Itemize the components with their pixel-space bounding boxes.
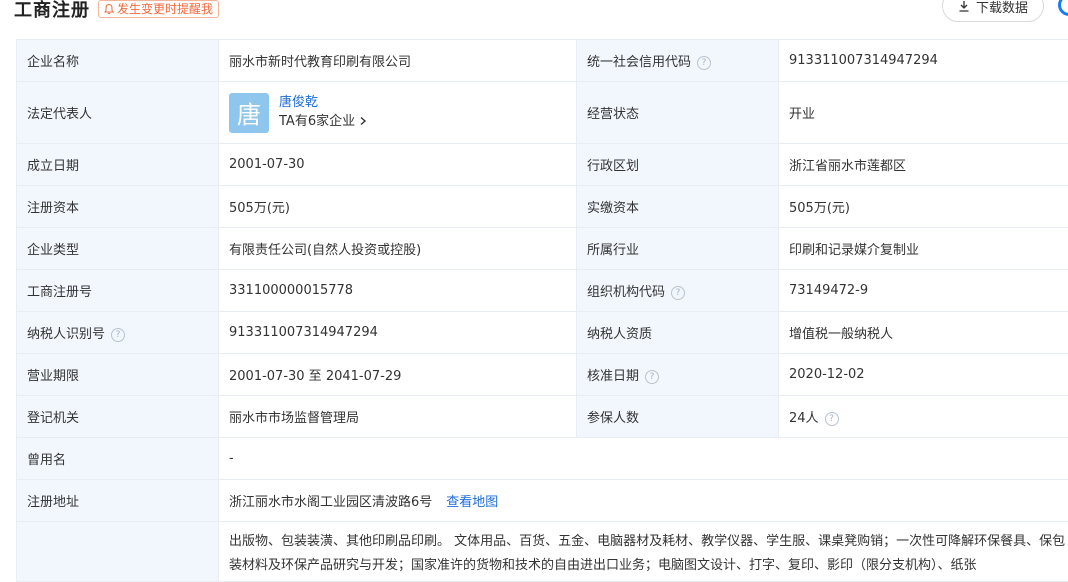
- field-label: 核准日期?: [577, 354, 779, 396]
- industry-value: 印刷和记录媒介复制业: [779, 228, 1068, 270]
- field-label: 登记机关: [17, 396, 219, 438]
- admin-region-value: 浙江省丽水市莲都区: [779, 144, 1068, 186]
- field-label: 注册资本: [17, 186, 219, 228]
- field-label: 参保人数: [577, 396, 779, 438]
- registered-address-cell: 浙江丽水市水阁工业园区清波路6号查看地图: [219, 480, 1068, 522]
- credit-code-label: 统一社会信用代码: [587, 55, 691, 70]
- download-label: 下载数据: [976, 0, 1028, 16]
- business-scope-value: 出版物、包装装潢、其他印刷品印刷。 文体用品、百货、五金、电脑器材及耗材、教学仪…: [219, 522, 1068, 582]
- established-date-value: 2001-07-30: [219, 144, 577, 186]
- field-label: 工商注册号: [17, 270, 219, 312]
- credit-code-value: 913311007314947294: [779, 40, 1068, 82]
- table-row: 注册资本 505万(元) 实缴资本 505万(元): [17, 186, 1068, 228]
- help-icon[interactable]: ?: [645, 370, 659, 384]
- section-header: 工商注册 发生变更时提醒我 下载数据: [0, 0, 1068, 30]
- field-label: 行政区划: [577, 144, 779, 186]
- table-row: 营业期限 2001-07-30 至 2041-07-29 核准日期? 2020-…: [17, 354, 1068, 396]
- company-type-value: 有限责任公司(自然人投资或控股): [219, 228, 577, 270]
- field-label: 组织机构代码?: [577, 270, 779, 312]
- table-row: 工商注册号 331100000015778 组织机构代码? 73149472-9: [17, 270, 1068, 312]
- insured-count-value: 24人: [789, 411, 819, 426]
- help-icon[interactable]: ?: [825, 412, 839, 426]
- legal-representative-cell: 唐 唐俊乾 TA有6家企业: [219, 82, 577, 144]
- registration-number-value: 331100000015778: [219, 270, 577, 312]
- floating-app-icon[interactable]: [1058, 0, 1068, 16]
- table-row: 登记机关 丽水市市场监督管理局 参保人数 24人?: [17, 396, 1068, 438]
- table-row: 曾用名 -: [17, 438, 1068, 480]
- approval-date-label: 核准日期: [587, 369, 639, 384]
- field-label: 法定代表人: [17, 82, 219, 144]
- former-name-value: -: [219, 438, 1068, 480]
- view-map-link[interactable]: 查看地图: [446, 495, 498, 510]
- field-label: 纳税人资质: [577, 312, 779, 354]
- field-label: 成立日期: [17, 144, 219, 186]
- table-row: 纳税人识别号? 913311007314947294 纳税人资质 增值税一般纳税…: [17, 312, 1068, 354]
- table-row: 成立日期 2001-07-30 行政区划 浙江省丽水市莲都区: [17, 144, 1068, 186]
- org-code-label: 组织机构代码: [587, 285, 665, 300]
- field-label: 经营状态: [577, 82, 779, 144]
- field-label: [17, 522, 219, 582]
- insured-count-cell: 24人?: [779, 396, 1068, 438]
- legal-representative-link[interactable]: 唐俊乾: [279, 94, 368, 112]
- help-icon[interactable]: ?: [111, 328, 125, 342]
- chevron-right-icon: [358, 116, 368, 126]
- table-row: 注册地址 浙江丽水市水阁工业园区清波路6号查看地图: [17, 480, 1068, 522]
- bell-icon: [103, 3, 115, 15]
- operating-status-value: 开业: [779, 82, 1068, 144]
- help-icon[interactable]: ?: [671, 286, 685, 300]
- table-row: 法定代表人 唐 唐俊乾 TA有6家企业 经营状态 开业: [17, 82, 1068, 144]
- table-row: 企业名称 丽水市新时代教育印刷有限公司 统一社会信用代码? 9133110073…: [17, 40, 1068, 82]
- registered-address-value: 浙江丽水市水阁工业园区清波路6号: [229, 495, 432, 510]
- related-companies-link[interactable]: TA有6家企业: [279, 112, 368, 132]
- table-row: 企业类型 有限责任公司(自然人投资或控股) 所属行业 印刷和记录媒介复制业: [17, 228, 1068, 270]
- field-label: 曾用名: [17, 438, 219, 480]
- table-row: 出版物、包装装潢、其他印刷品印刷。 文体用品、百货、五金、电脑器材及耗材、教学仪…: [17, 522, 1068, 582]
- related-companies-label: TA有6家企业: [279, 114, 355, 129]
- registered-capital-value: 505万(元): [219, 186, 577, 228]
- help-icon[interactable]: ?: [697, 56, 711, 70]
- business-registration-table: 企业名称 丽水市新时代教育印刷有限公司 统一社会信用代码? 9133110073…: [16, 39, 1068, 582]
- org-code-value: 73149472-9: [779, 270, 1068, 312]
- taxpayer-id-value: 913311007314947294: [219, 312, 577, 354]
- field-label: 营业期限: [17, 354, 219, 396]
- remind-label: 发生变更时提醒我: [117, 1, 213, 17]
- change-remind-button[interactable]: 发生变更时提醒我: [98, 0, 219, 18]
- field-label: 统一社会信用代码?: [577, 40, 779, 82]
- download-icon: [958, 0, 970, 12]
- taxpayer-qualification-value: 增值税一般纳税人: [779, 312, 1068, 354]
- registration-authority-value: 丽水市市场监督管理局: [219, 396, 577, 438]
- download-data-button[interactable]: 下载数据: [942, 0, 1044, 22]
- field-label: 实缴资本: [577, 186, 779, 228]
- approval-date-value: 2020-12-02: [779, 354, 1068, 396]
- taxpayer-id-label: 纳税人识别号: [27, 327, 105, 342]
- field-label: 企业名称: [17, 40, 219, 82]
- avatar[interactable]: 唐: [229, 93, 269, 133]
- section-title: 工商注册: [14, 0, 90, 22]
- business-term-value: 2001-07-30 至 2041-07-29: [219, 354, 577, 396]
- company-name-value: 丽水市新时代教育印刷有限公司: [219, 40, 577, 82]
- field-label: 企业类型: [17, 228, 219, 270]
- field-label: 注册地址: [17, 480, 219, 522]
- field-label: 纳税人识别号?: [17, 312, 219, 354]
- paid-capital-value: 505万(元): [779, 186, 1068, 228]
- field-label: 所属行业: [577, 228, 779, 270]
